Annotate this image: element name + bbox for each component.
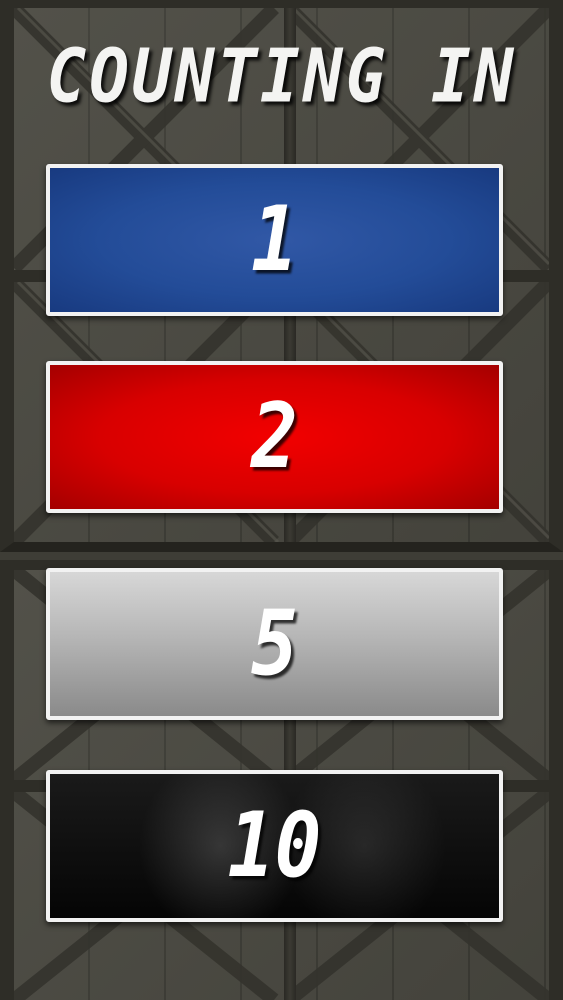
option-10-label: 10 — [227, 794, 322, 898]
option-10-button[interactable]: 10 — [46, 770, 503, 922]
option-1-button[interactable]: 1 — [46, 164, 503, 316]
option-5-label: 5 — [251, 592, 298, 696]
game-screen: COUNTING IN 1 2 5 10 — [0, 0, 563, 1000]
option-2-button[interactable]: 2 — [46, 361, 503, 513]
option-2-label: 2 — [251, 385, 298, 489]
screen-title: COUNTING IN — [46, 33, 517, 120]
option-1-label: 1 — [251, 188, 298, 292]
option-5-button[interactable]: 5 — [46, 568, 503, 720]
